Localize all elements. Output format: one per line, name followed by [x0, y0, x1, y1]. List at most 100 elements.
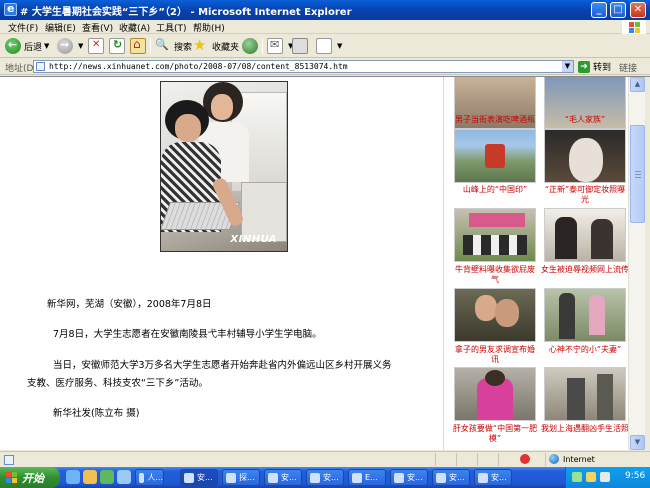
windows-flag-icon	[6, 471, 18, 484]
home-icon	[130, 37, 146, 54]
address-input[interactable]: http://news.xinhuanet.com/photo/2008-07/…	[33, 60, 574, 73]
status-cell	[498, 453, 518, 466]
maximize-button[interactable]: □	[610, 2, 626, 18]
favorites-button[interactable]: 收藏夹	[193, 36, 239, 55]
related-thumb[interactable]	[544, 367, 626, 421]
page-icon	[36, 62, 45, 71]
menu-help[interactable]: 帮助(H)	[193, 21, 225, 34]
menu-view[interactable]: 查看(V)	[82, 21, 113, 34]
links-button[interactable]: 链接	[619, 61, 637, 74]
taskbar-button[interactable]: 安...	[264, 469, 302, 486]
vertical-scrollbar[interactable]: ▲ ▼	[628, 77, 645, 450]
address-bar: 地址(D) http://news.xinhuanet.com/photo/20…	[0, 59, 650, 75]
related-thumb[interactable]	[544, 208, 626, 262]
taskbar-button[interactable]: E...	[348, 469, 386, 486]
title-bar: # 大学生暑期社会实践“三下乡”（2） - Microsoft Internet…	[0, 0, 650, 20]
menu-favorites[interactable]: 收藏(A)	[119, 21, 150, 34]
page-content: XINHUA 新华网，芜湖（安徽），2008年7月8日 7月8日，大学生志愿者在…	[0, 76, 650, 450]
related-thumb[interactable]	[454, 208, 536, 262]
related-caption[interactable]: 牛背壁料曝收集欲屁废气	[450, 265, 540, 285]
grip-line	[635, 177, 641, 178]
ie-icon	[226, 472, 236, 483]
chevron-down-icon[interactable]: ▼	[337, 42, 342, 50]
menu-tools[interactable]: 工具(T)	[156, 21, 187, 34]
news-photo[interactable]: XINHUA	[160, 81, 288, 252]
photo-credit: 新华社发(陈立布 摄)	[53, 408, 140, 419]
ie-icon	[394, 472, 404, 483]
menu-file[interactable]: 文件(F)	[8, 21, 38, 34]
ie-icon	[268, 472, 278, 483]
related-caption[interactable]: 心神不宁的小“夫妻”	[540, 345, 630, 355]
related-thumb[interactable]	[454, 367, 536, 421]
photo-watermark: XINHUA	[230, 234, 277, 245]
related-caption[interactable]: 女生被迫辱视频网上流传	[540, 265, 630, 275]
quicklaunch-media-icon[interactable]	[100, 470, 114, 484]
tray-network-icon[interactable]	[572, 472, 582, 482]
address-url[interactable]: http://news.xinhuanet.com/photo/2008-07/…	[49, 62, 348, 71]
toolbar-separator	[262, 38, 263, 54]
scrollbar-thumb[interactable]	[630, 125, 645, 223]
globe-icon	[549, 454, 559, 464]
media-icon	[242, 38, 258, 54]
popup-blocked-icon[interactable]	[520, 454, 530, 464]
print-button[interactable]	[292, 37, 311, 55]
forward-arrow-icon	[57, 38, 73, 54]
related-caption[interactable]: “正新”泰可御定妆照曝光	[540, 185, 630, 205]
quicklaunch-folder-icon[interactable]	[117, 470, 131, 484]
taskbar-button[interactable]: 安...	[432, 469, 470, 486]
tray-volume-icon[interactable]	[586, 472, 596, 482]
refresh-button[interactable]	[109, 37, 128, 55]
chevron-down-icon[interactable]: ▼	[562, 61, 573, 72]
search-button[interactable]: 搜索	[155, 37, 192, 55]
scroll-down-button[interactable]: ▼	[630, 435, 645, 450]
chevron-down-icon[interactable]: ▼	[44, 42, 49, 50]
menu-bar: 文件(F) 编辑(E) 查看(V) 收藏(A) 工具(T) 帮助(H)	[0, 20, 650, 34]
minimize-button[interactable]: _	[591, 2, 607, 18]
related-caption[interactable]: 男子当街表演吃啤酒瓶	[450, 115, 540, 125]
quicklaunch-desktop-icon[interactable]	[83, 470, 97, 484]
article: XINHUA 新华网，芜湖（安徽），2008年7月8日 7月8日，大学生志愿者在…	[0, 77, 443, 450]
taskbar-button[interactable]: 人...	[135, 469, 164, 486]
related-photos-sidebar: 男子当街表演吃啤酒瓶 “毛人家族” 山峰上的“中国印” “正新”泰可御定妆照曝光…	[444, 77, 630, 450]
related-caption[interactable]: 肝女孩要做“中国第一肥 模”	[450, 424, 540, 444]
stop-button[interactable]	[88, 37, 107, 55]
toolbar-separator	[150, 38, 151, 54]
refresh-icon	[109, 38, 125, 54]
page-status-icon	[4, 455, 14, 465]
related-thumb[interactable]	[544, 129, 626, 183]
related-thumb[interactable]	[544, 288, 626, 342]
scroll-up-button[interactable]: ▲	[630, 77, 645, 92]
mail-button[interactable]: ▼	[267, 37, 293, 55]
related-caption[interactable]: 我划上海遇翻凶手生活照	[540, 424, 630, 434]
tray-app-icon[interactable]	[600, 472, 610, 482]
taskbar-button[interactable]: 探...	[222, 469, 260, 486]
article-paragraph: 支教、医疗服务、科技支农“三下乡”活动。	[27, 378, 208, 389]
taskbar-button[interactable]: 安...	[306, 469, 344, 486]
related-caption[interactable]: “毛人家族”	[540, 115, 630, 125]
related-caption[interactable]: 山峰上的“中国印”	[450, 185, 540, 195]
forward-button[interactable]: ▼	[57, 37, 83, 55]
status-cell	[435, 453, 455, 466]
start-button[interactable]: 开始	[0, 467, 60, 488]
home-button[interactable]	[130, 37, 149, 55]
photo-volunteer-face	[211, 94, 233, 120]
close-button[interactable]: ✕	[630, 2, 646, 18]
windows-logo-icon	[622, 20, 646, 34]
article-paragraph: 当日，安徽师范大学3万多名大学生志愿者开始奔赴省内外偏远山区乡村开展义务	[53, 360, 392, 371]
taskbar-button[interactable]: 安...	[474, 469, 512, 486]
quicklaunch-ie-icon[interactable]	[66, 470, 80, 484]
related-thumb[interactable]	[454, 288, 536, 342]
taskbar-button[interactable]: 安...	[390, 469, 428, 486]
taskbar-button[interactable]: 安...	[180, 469, 218, 486]
chevron-down-icon[interactable]: ▼	[78, 42, 83, 50]
back-button[interactable]: 后退 ▼	[5, 37, 49, 55]
status-cell	[477, 453, 497, 466]
system-tray: 9:56	[565, 467, 650, 488]
menu-edit[interactable]: 编辑(E)	[45, 21, 76, 34]
related-caption[interactable]: 拿子的男友求调宣布婚讯	[450, 345, 540, 365]
photo-child-face	[175, 114, 201, 142]
media-button[interactable]	[242, 37, 261, 55]
go-button[interactable]: ➜ 转到	[578, 60, 611, 73]
edit-button[interactable]: ▼	[316, 37, 342, 55]
related-thumb[interactable]	[454, 129, 536, 183]
